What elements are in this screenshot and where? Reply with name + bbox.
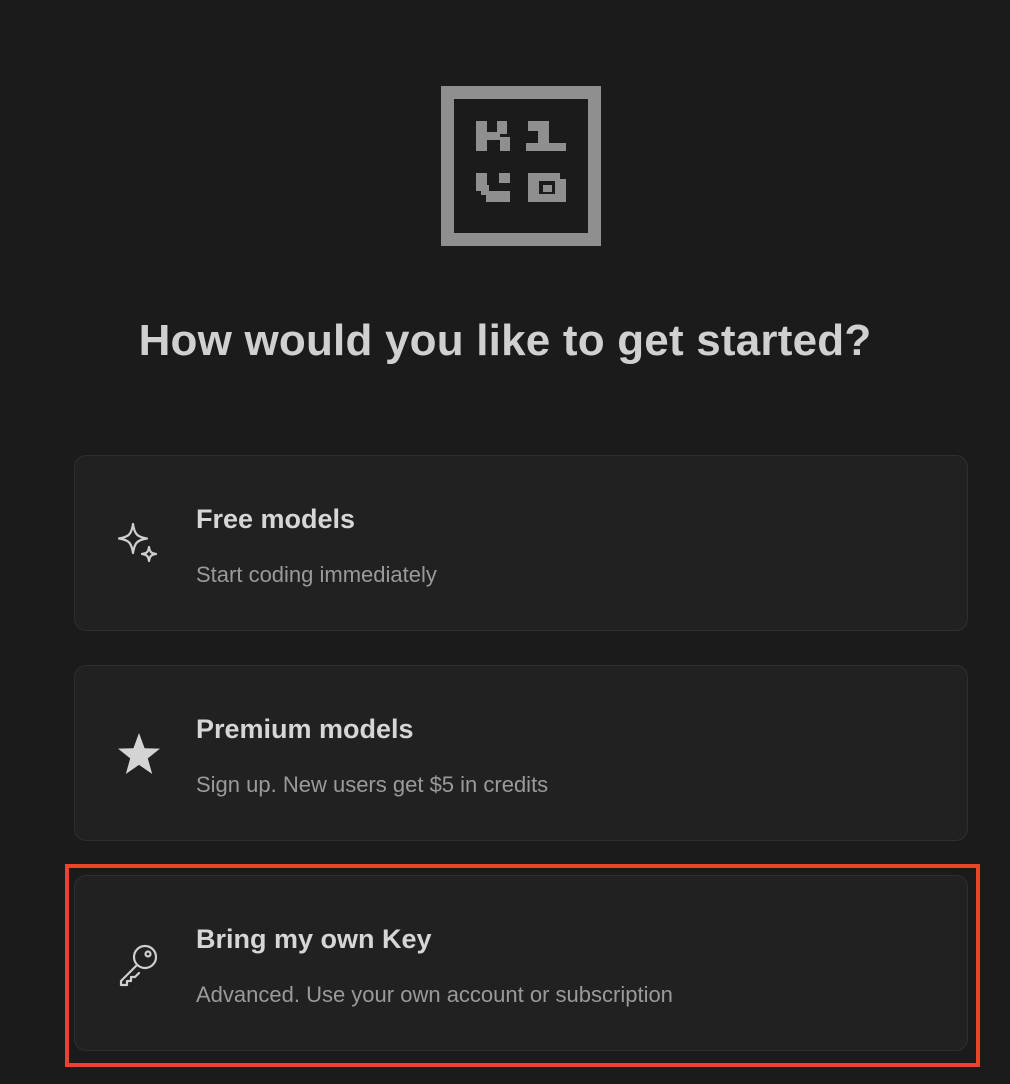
option-subtitle: Start coding immediately bbox=[196, 562, 437, 587]
star-icon bbox=[115, 730, 163, 778]
kilo-logo-icon bbox=[441, 86, 601, 246]
premium-models-option[interactable]: Premium models Sign up. New users get $5… bbox=[74, 665, 968, 841]
option-subtitle: Advanced. Use your own account or subscr… bbox=[196, 982, 673, 1007]
option-title: Free models bbox=[196, 504, 356, 534]
bring-own-key-option[interactable]: Bring my own Key Advanced. Use your own … bbox=[74, 875, 968, 1051]
option-subtitle: Sign up. New users get $5 in credits bbox=[196, 772, 549, 797]
page-title: How would you like to get started? bbox=[138, 316, 872, 365]
sparkles-icon bbox=[115, 520, 163, 568]
option-title: Bring my own Key bbox=[196, 924, 432, 954]
free-models-option[interactable]: Free models Start coding immediately bbox=[74, 455, 968, 631]
key-icon bbox=[115, 940, 163, 988]
option-title: Premium models bbox=[196, 714, 414, 744]
